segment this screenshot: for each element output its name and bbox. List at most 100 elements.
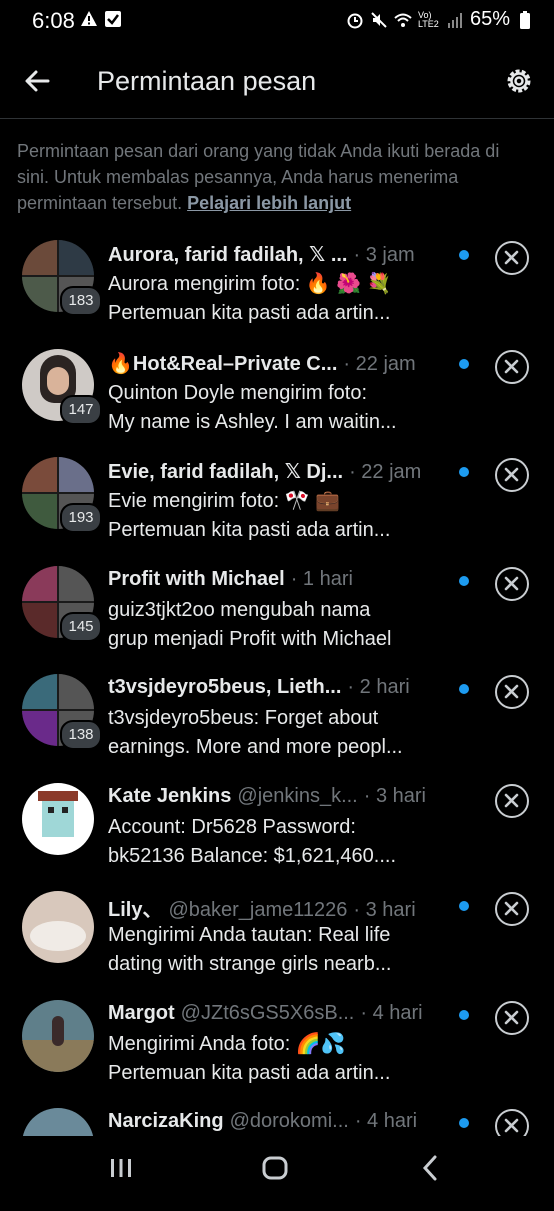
- close-icon: [504, 576, 519, 590]
- download-done-icon: [105, 11, 121, 27]
- preview-line-2: grup menjadi Profit with Michael: [108, 627, 392, 650]
- request-text: Kate Jenkins @jenkins_k... · 3 hari Accoun…: [108, 785, 458, 871]
- close-icon: [504, 359, 519, 373]
- status-left-icons: [80, 10, 122, 28]
- member-count-badge: 193: [60, 503, 102, 533]
- close-icon: [504, 1010, 519, 1024]
- dismiss-button[interactable]: [495, 566, 529, 601]
- unread-dot: [459, 1009, 469, 1020]
- unread-dot: [459, 1118, 469, 1128]
- avatar: [22, 782, 94, 855]
- request-row[interactable]: Lily、 @baker_jame11226 · 3 hari Mengirimi …: [0, 885, 554, 994]
- sender-handle: @dorokomi...: [229, 1110, 349, 1132]
- request-row[interactable]: 145 Profit with Michael · 1 hari guiz3tjk…: [0, 560, 554, 669]
- unread-dot: [459, 575, 469, 586]
- gear-icon[interactable]: [502, 64, 536, 98]
- timestamp: · 3 hari: [353, 899, 416, 921]
- message-request-list: 183 Aurora, farid fadilah, 𝕏 ... · 3 jam …: [0, 234, 554, 1211]
- dismiss-button[interactable]: [495, 892, 529, 926]
- preview-line-2: Pertemuan kita pasti ada artin...: [108, 519, 391, 541]
- request-text: Aurora, farid fadilah, 𝕏 ... · 3 jam Auro…: [108, 242, 458, 328]
- home-icon[interactable]: [257, 1150, 293, 1186]
- back-nav-icon[interactable]: [413, 1150, 449, 1186]
- member-count-badge: 147: [60, 394, 102, 425]
- request-row[interactable]: 138 t3vsjdeyro5beus, Lieth... · 2 hari t3…: [0, 668, 554, 777]
- sender-handle: @baker_jame11226: [168, 899, 348, 921]
- recent-apps-icon[interactable]: [103, 1150, 139, 1186]
- timestamp: · 4 hari: [360, 1001, 423, 1024]
- request-row[interactable]: Margot @JZt6sGS5X6sB... · 4 hari Mengirimi…: [0, 994, 554, 1103]
- preview-line-2: My name is Ashley. I am waitin...: [108, 410, 397, 433]
- preview-line-2: bk52136 Balance: $1,621,460....: [108, 844, 397, 867]
- request-row[interactable]: 183 Aurora, farid fadilah, 𝕏 ... · 3 jam …: [0, 234, 554, 343]
- sender-name: Evie, farid fadilah, 𝕏 Dj...: [108, 461, 344, 483]
- sender-name: 🔥Hot&Real–Private C...: [108, 352, 338, 375]
- close-icon: [504, 793, 519, 807]
- dismiss-button[interactable]: [495, 458, 529, 492]
- battery-icon: [520, 10, 530, 29]
- warning-icon: [81, 11, 97, 26]
- system-nav-bar: [0, 1136, 554, 1200]
- requests-description: Permintaan pesan dari orang yang tidak A…: [17, 138, 527, 216]
- request-text: 🔥Hot&Real–Private C... · 22 jam Quinton D…: [108, 351, 458, 437]
- close-icon: [504, 684, 519, 699]
- timestamp: · 22 jam: [343, 352, 416, 375]
- member-count-badge: 145: [60, 611, 102, 642]
- timestamp: · 2 hari: [347, 676, 410, 698]
- sender-name: NarcizaKing: [108, 1110, 224, 1132]
- dismiss-button[interactable]: [495, 1000, 529, 1035]
- battery-percent: 65%: [469, 8, 510, 30]
- request-text: NarcizaKing @dorokomi... · 4 hari: [108, 1110, 458, 1138]
- sender-name: Aurora, farid fadilah, 𝕏 ...: [108, 244, 348, 266]
- preview-line-1: t3vsjdeyro5beus: Forget about: [108, 707, 379, 729]
- unread-dot: [459, 901, 469, 911]
- timestamp: · 3 jam: [353, 244, 415, 266]
- request-text: Lily、 @baker_jame11226 · 3 hari Mengirimi …: [108, 893, 458, 979]
- preview-line-1: Evie mengirim foto: 🎌 💼: [108, 490, 341, 512]
- signal-icon: [447, 12, 462, 28]
- request-text: t3vsjdeyro5beus, Lieth... · 2 hari t3vsjd…: [108, 676, 458, 762]
- request-text: Profit with Michael · 1 hari guiz3tjkt2oo…: [108, 568, 458, 654]
- request-text: Evie, farid fadilah, 𝕏 Dj... · 22 jam Evi…: [108, 459, 458, 545]
- avatar: [22, 891, 94, 963]
- timestamp: · 4 hari: [354, 1110, 418, 1132]
- back-arrow-icon[interactable]: [20, 64, 54, 98]
- network-label: Vo) LTE2: [417, 9, 439, 29]
- timestamp: · 1 hari: [290, 567, 353, 590]
- sender-name: Lily、: [108, 899, 163, 921]
- preview-line-2: Pertemuan kita pasti ada artin...: [108, 1061, 391, 1084]
- preview-line-2: dating with strange girls nearb...: [108, 953, 392, 975]
- page-title: Permintaan pesan: [97, 66, 317, 96]
- unread-dot: [459, 684, 469, 694]
- header: Permintaan pesan: [0, 44, 554, 119]
- unread-dot: [459, 250, 469, 260]
- sender-handle: @JZt6sGS5X6sB...: [180, 1001, 355, 1024]
- preview-line-1: Account: Dr5628 Password:: [108, 815, 356, 838]
- unread-dot: [459, 358, 469, 369]
- close-icon: [504, 901, 519, 916]
- member-count-badge: 183: [60, 286, 102, 316]
- dismiss-button[interactable]: [495, 349, 529, 384]
- unread-dot: [459, 467, 469, 477]
- request-row[interactable]: Kate Jenkins @jenkins_k... · 3 hari Accoun…: [0, 777, 554, 886]
- request-row[interactable]: 193 Evie, farid fadilah, 𝕏 Dj... · 22 jam…: [0, 451, 554, 560]
- wifi-icon: [394, 13, 412, 27]
- request-row[interactable]: 147 🔥Hot&Real–Private C... · 22 jam Quint…: [0, 343, 554, 452]
- member-count-badge: 138: [60, 720, 102, 750]
- request-text: Margot @JZt6sGS5X6sB... · 4 hari Mengirimi…: [108, 1002, 458, 1088]
- close-icon: [504, 250, 519, 265]
- preview-line-1: Aurora mengirim foto: 🔥 🌺 💐: [108, 273, 392, 295]
- mute-icon: [371, 11, 387, 28]
- dismiss-button[interactable]: [495, 783, 529, 818]
- close-icon: [504, 1118, 519, 1133]
- timestamp: · 22 jam: [349, 461, 422, 483]
- avatar: [22, 999, 94, 1072]
- status-right: Vo) LTE2 65%: [346, 8, 534, 31]
- sender-name: Profit with Michael: [108, 567, 285, 590]
- preview-line-2: Pertemuan kita pasti ada artin...: [108, 302, 391, 324]
- dismiss-button[interactable]: [495, 241, 529, 275]
- learn-more-link[interactable]: Pelajari lebih lanjut: [187, 193, 351, 213]
- sender-name: Margot: [108, 1001, 175, 1024]
- preview-line-1: Quinton Doyle mengirim foto:: [108, 381, 368, 404]
- dismiss-button[interactable]: [495, 675, 529, 709]
